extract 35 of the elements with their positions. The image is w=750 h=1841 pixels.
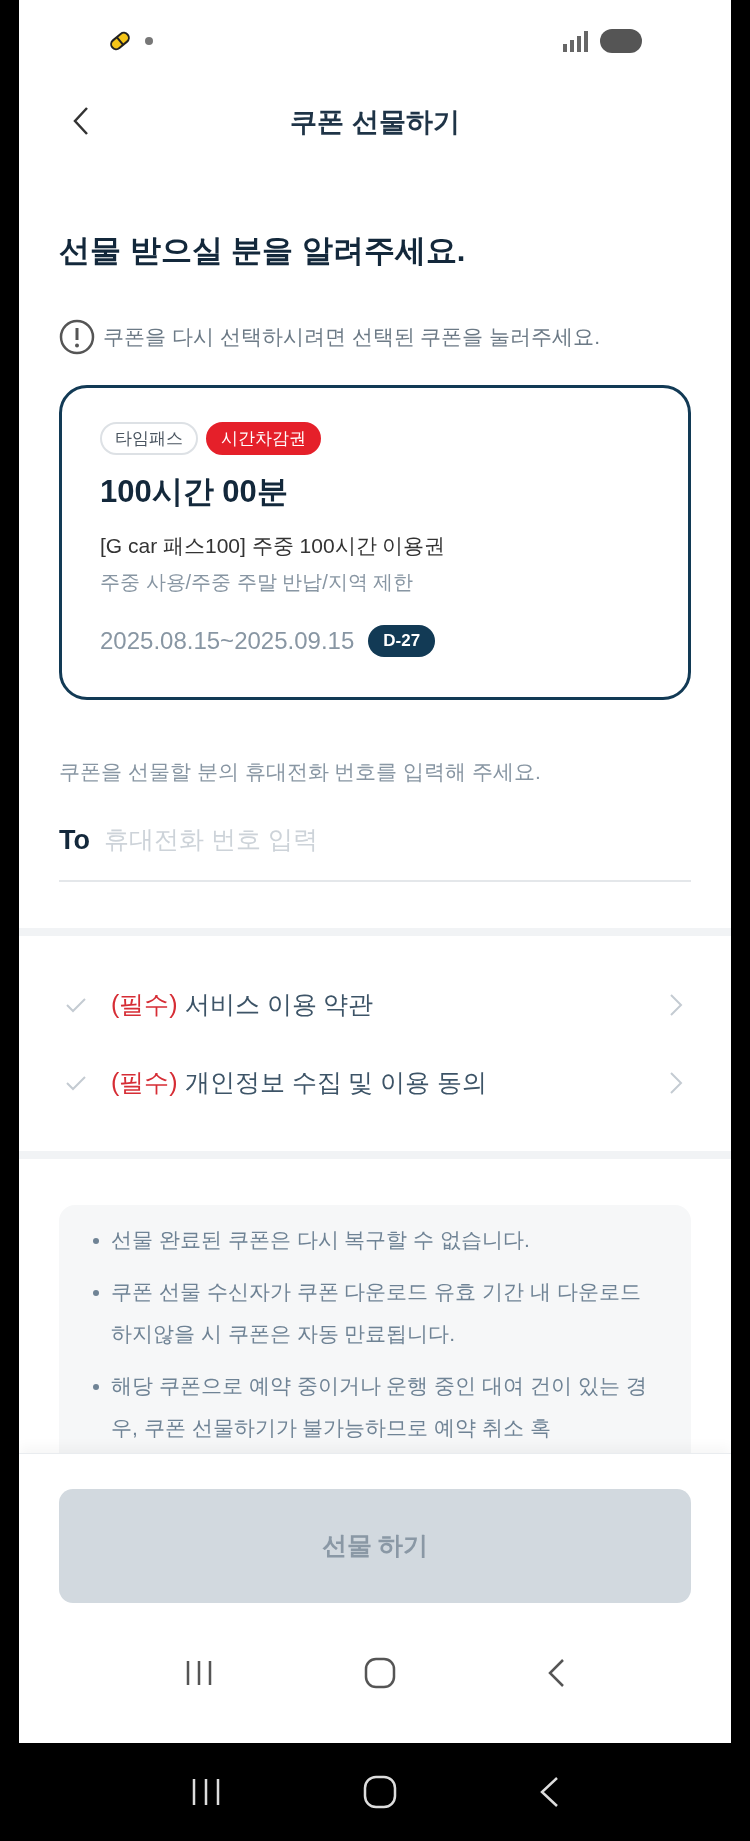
page-title: 쿠폰 선물하기 [290, 106, 460, 140]
note-text: 쿠폰 선물 수신자가 쿠폰 다운로드 유효 기간 내 다운로드 하지않을 시 쿠폰은 자동 만료됩니다. [111, 1279, 642, 1347]
battery-icon [599, 27, 643, 54]
recipient-prompt: 쿠폰을 선물할 분의 휴대전화 번호를 입력해 주세요. [59, 759, 542, 785]
agreement-item[interactable]: (필수) 서비스 이용 약관 [59, 986, 691, 1024]
note-text: 해당 쿠폰으로 예약 중이거나 운행 중인 대여 건이 있는 경우, 쿠폰 선물하기가 불가능하므로 예약 취소 혹 [111, 1373, 648, 1441]
dot-icon [145, 36, 153, 45]
coupon-name: [G car 패스100] 주중 100시간 이용권 [100, 532, 447, 559]
back-icon [72, 106, 90, 136]
chevron-right-icon [669, 993, 683, 1018]
signal-icon [561, 29, 591, 52]
coupon-tag: 타임패스 [100, 421, 198, 455]
agreement-label: (필수) 서비스 이용 약관 [111, 989, 375, 1021]
bullet-icon [93, 1290, 99, 1296]
recents-icon[interactable] [184, 1659, 214, 1687]
agreement-item[interactable]: (필수) 개인정보 수집 및 이용 동의 [59, 1063, 691, 1102]
chevron-right-icon [669, 1070, 683, 1095]
info-icon [59, 318, 95, 355]
notice-text: 쿠폰을 다시 선택하시려면 선택된 쿠폰을 눌러주세요. [103, 323, 600, 350]
d-day-badge: D-27 [368, 625, 436, 657]
check-icon[interactable] [65, 1074, 87, 1091]
coupon-card[interactable]: 타임패스 시간차감권 100시간 00분 [G car 패스100] 주중 100시간 이용권 주중 사용/주중 주말 반납/지역 제한 2025.08.15~2025.09.15 D-27 [59, 384, 691, 700]
coupon-conditions: 주중 사용/주중 주말 반납/지역 제한 [100, 570, 415, 595]
to-label: To [59, 823, 90, 857]
check-icon[interactable] [65, 997, 87, 1014]
back-icon[interactable] [546, 1658, 566, 1688]
coupon-title: 100시간 00분 [100, 473, 289, 511]
note-text: 선물 완료된 쿠폰은 다시 복구할 수 없습니다. [111, 1227, 530, 1253]
bullet-icon [93, 1238, 99, 1244]
agreement-label: (필수) 개인정보 수집 및 이용 동의 [111, 1066, 489, 1098]
coupon-tag: 시간차감권 [206, 421, 321, 455]
coupon-period: 2025.08.15~2025.09.15 [100, 626, 355, 656]
page-heading: 선물 받으실 분을 알려주세요. [59, 232, 467, 270]
bullet-icon [93, 1384, 99, 1390]
home-icon[interactable] [364, 1657, 396, 1689]
